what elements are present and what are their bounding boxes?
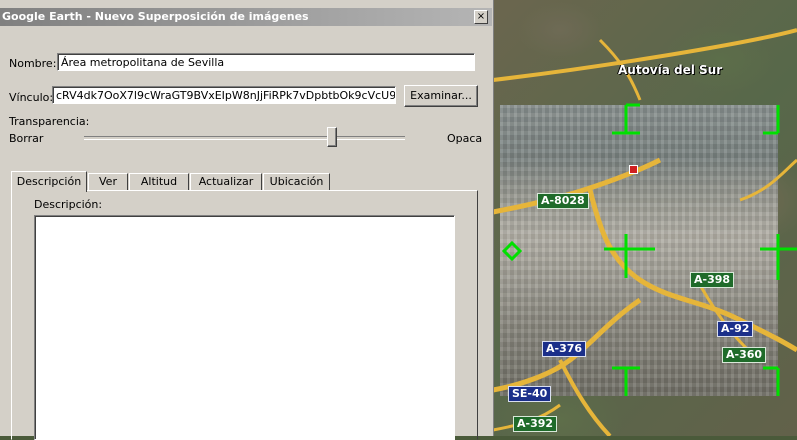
placemark-icon[interactable] xyxy=(629,165,638,174)
window-title: Google Earth - Nuevo Superposición de im… xyxy=(2,10,309,23)
tab-view[interactable]: Ver xyxy=(88,173,128,191)
road-label-a92: A-92 xyxy=(717,321,754,337)
road-label-a392: A-392 xyxy=(513,416,558,432)
link-label: Vínculo: xyxy=(9,91,54,104)
name-label: Nombre: xyxy=(9,57,57,70)
transparency-max-label: Opaca xyxy=(447,132,483,145)
road-label-se40: SE-40 xyxy=(508,386,552,402)
tab-location[interactable]: Ubicación xyxy=(263,173,330,191)
image-overlay-dialog: Google Earth - Nuevo Superposición de im… xyxy=(0,0,494,440)
close-button[interactable]: × xyxy=(474,10,488,24)
description-label: Descripción: xyxy=(34,198,103,211)
road-label-a8028: A-8028 xyxy=(537,193,589,209)
close-icon: × xyxy=(476,11,486,22)
tab-refresh[interactable]: Actualizar xyxy=(190,173,262,191)
tab-description[interactable]: Descripción xyxy=(11,171,87,192)
transparency-slider-track[interactable] xyxy=(84,136,405,140)
road-label-a376: A-376 xyxy=(542,341,587,357)
title-bar[interactable]: Google Earth - Nuevo Superposición de im… xyxy=(0,8,492,26)
link-input[interactable]: cRV4dk7OoX7l9cWraGT9BVxEIpW8nJjFiRPk7vDp… xyxy=(52,86,396,104)
road-name-autovia: Autovía del Sur xyxy=(618,63,723,77)
browse-button[interactable]: Examinar... xyxy=(404,85,478,107)
road-label-a360: A-360 xyxy=(722,347,767,363)
road-label-a398: A-398 xyxy=(690,272,735,288)
description-textarea[interactable] xyxy=(34,215,455,440)
transparency-slider-thumb[interactable] xyxy=(326,127,337,147)
name-input[interactable]: Área metropolitana de Sevilla xyxy=(57,53,475,71)
transparency-min-label: Borrar xyxy=(9,132,44,145)
tab-altitude[interactable]: Altitud xyxy=(129,173,189,191)
transparency-label: Transparencia: xyxy=(9,115,90,128)
